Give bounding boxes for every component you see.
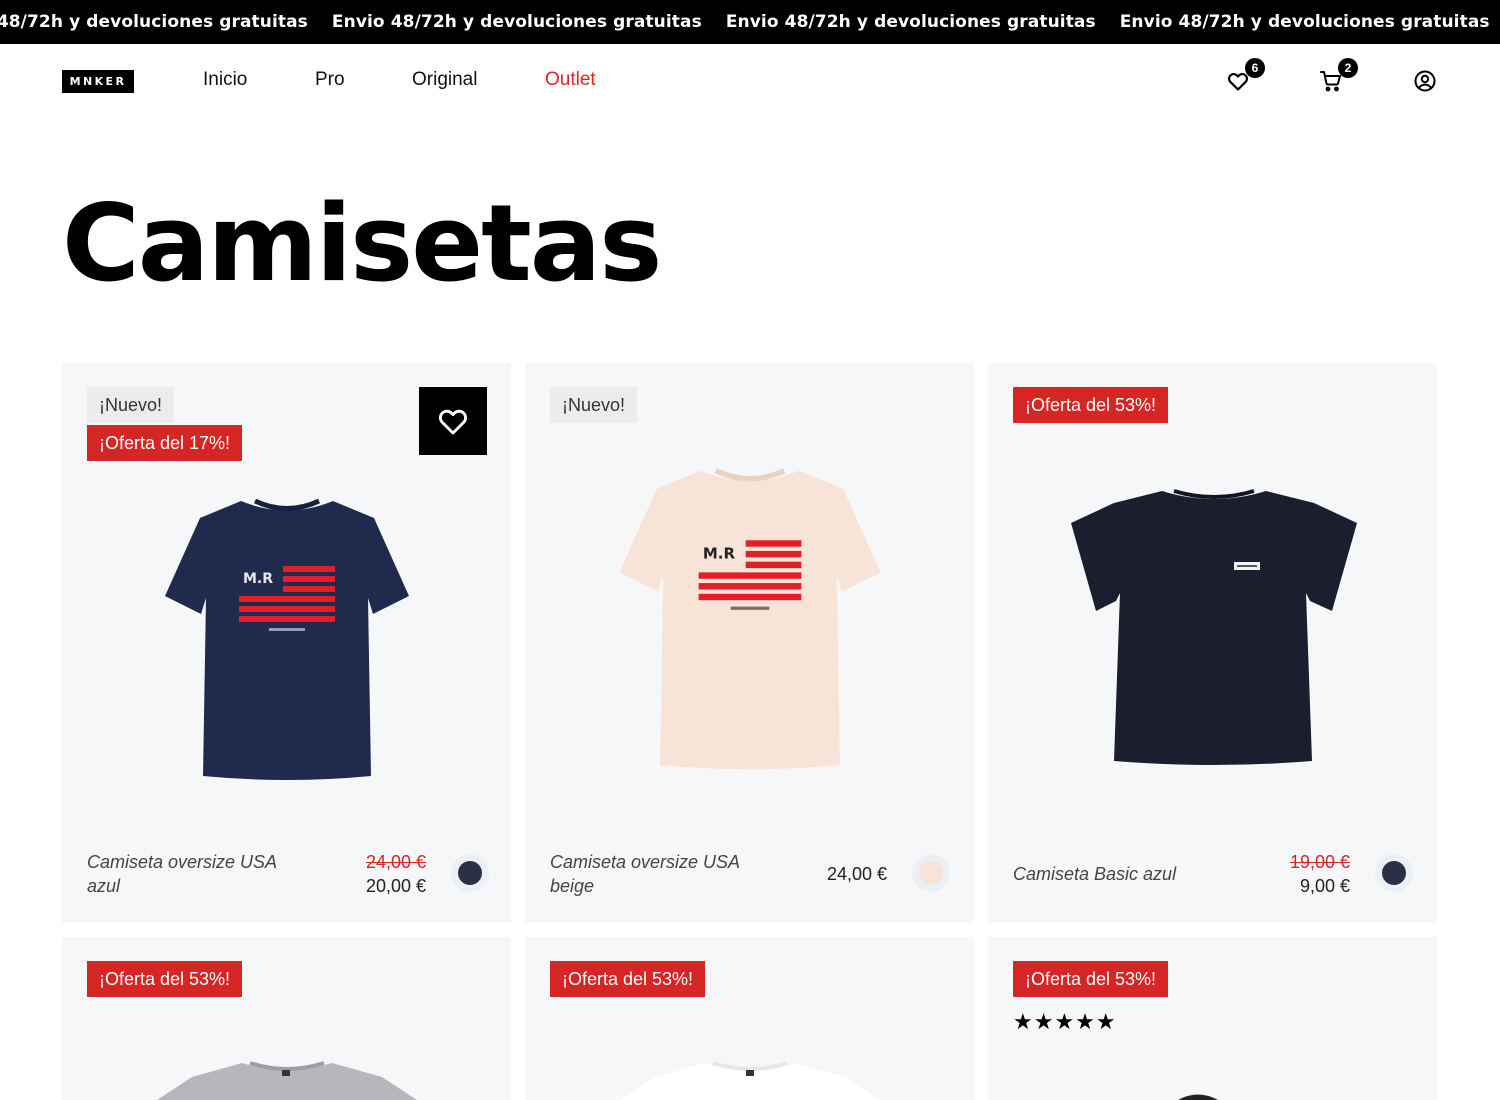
- site-header: MNKER Inicio Pro Original Outlet 6 2: [0, 44, 1500, 120]
- nav-original[interactable]: Original: [412, 69, 477, 91]
- badge-new: ¡Nuevo!: [87, 387, 175, 423]
- badge-sale: ¡Oferta del 53%!: [1013, 387, 1169, 423]
- announcement-text: Envio 48/72h y devoluciones gratuitas: [0, 12, 308, 32]
- color-swatch[interactable]: [1375, 854, 1413, 892]
- product-old-price: 19,00 €: [1289, 852, 1350, 872]
- product-current-price: 9,00 €: [1299, 876, 1350, 896]
- wishlist-count: 6: [1245, 58, 1265, 78]
- announcement-text: Envio 48/72h y devoluciones gratuitas: [725, 12, 1096, 32]
- announcement-text: Envio 48/72h y devoluciones gratuitas: [331, 12, 702, 32]
- announcement-track: Envio 48/72h y devoluciones gratuitas En…: [0, 0, 1500, 44]
- product-image[interactable]: [1168, 1087, 1228, 1100]
- color-swatch[interactable]: [912, 854, 950, 892]
- product-name[interactable]: Camiseta oversize USA azul: [87, 850, 287, 898]
- swatch-color: [919, 861, 943, 885]
- product-price: 24,00 € 20,00 €: [366, 850, 426, 898]
- add-to-wishlist-button[interactable]: [419, 387, 487, 455]
- color-swatch[interactable]: [451, 854, 489, 892]
- product-price: 19,00 € 9,00 €: [1290, 850, 1350, 898]
- nav-inicio[interactable]: Inicio: [203, 69, 247, 91]
- announcement-bar: Envio 48/72h y devoluciones gratuitas En…: [0, 0, 1500, 44]
- badge-sale: ¡Oferta del 17%!: [87, 425, 243, 461]
- product-old-price: 24,00 €: [365, 852, 426, 872]
- product-image[interactable]: [142, 1055, 432, 1100]
- user-icon: [1414, 70, 1436, 92]
- swatch-color: [1382, 861, 1406, 885]
- product-current-price: 24,00 €: [826, 864, 887, 884]
- badge-sale: ¡Oferta del 53%!: [1013, 961, 1169, 997]
- page-title: Camisetas: [62, 182, 662, 305]
- announcement-text: Envio 48/72h y devoluciones gratuitas: [1119, 12, 1490, 32]
- rating-stars: ★★★★★: [1013, 1009, 1117, 1034]
- badge-sale: ¡Oferta del 53%!: [87, 961, 243, 997]
- badge-new: ¡Nuevo!: [550, 387, 638, 423]
- svg-text:M.R: M.R: [703, 544, 736, 562]
- product-current-price: 20,00 €: [365, 876, 426, 896]
- product-card[interactable]: ¡Nuevo! ¡Oferta del 17%! M.R Camiseta ov…: [62, 363, 511, 923]
- product-image[interactable]: [1070, 489, 1358, 767]
- cart-count: 2: [1338, 58, 1358, 78]
- logo[interactable]: MNKER: [62, 70, 134, 93]
- svg-text:M.R: M.R: [243, 571, 273, 587]
- product-image[interactable]: M.R: [613, 466, 887, 774]
- product-card[interactable]: ¡Oferta del 53%!: [62, 937, 511, 1100]
- heart-icon: [439, 409, 467, 435]
- product-name[interactable]: Camiseta oversize USA beige: [550, 850, 750, 898]
- badge-sale: ¡Oferta del 53%!: [550, 961, 706, 997]
- wishlist-button[interactable]: 6: [1221, 58, 1265, 98]
- product-price: 24,00 €: [827, 862, 887, 886]
- cart-button[interactable]: 2: [1314, 58, 1358, 98]
- account-button[interactable]: [1408, 64, 1442, 98]
- product-image[interactable]: M.R: [159, 498, 415, 783]
- product-image[interactable]: [605, 1055, 895, 1100]
- nav-pro[interactable]: Pro: [315, 69, 345, 91]
- product-card[interactable]: ¡Oferta del 53%! ★★★★★: [988, 937, 1437, 1100]
- product-card[interactable]: ¡Oferta del 53%! Camiseta Basic azul 19,…: [988, 363, 1437, 923]
- nav-outlet[interactable]: Outlet: [545, 69, 596, 91]
- product-card[interactable]: ¡Oferta del 53%!: [525, 937, 974, 1100]
- swatch-color: [458, 861, 482, 885]
- product-name[interactable]: Camiseta Basic azul: [1013, 862, 1213, 886]
- product-card[interactable]: ¡Nuevo! M.R Camiseta oversize USA beige …: [525, 363, 974, 923]
